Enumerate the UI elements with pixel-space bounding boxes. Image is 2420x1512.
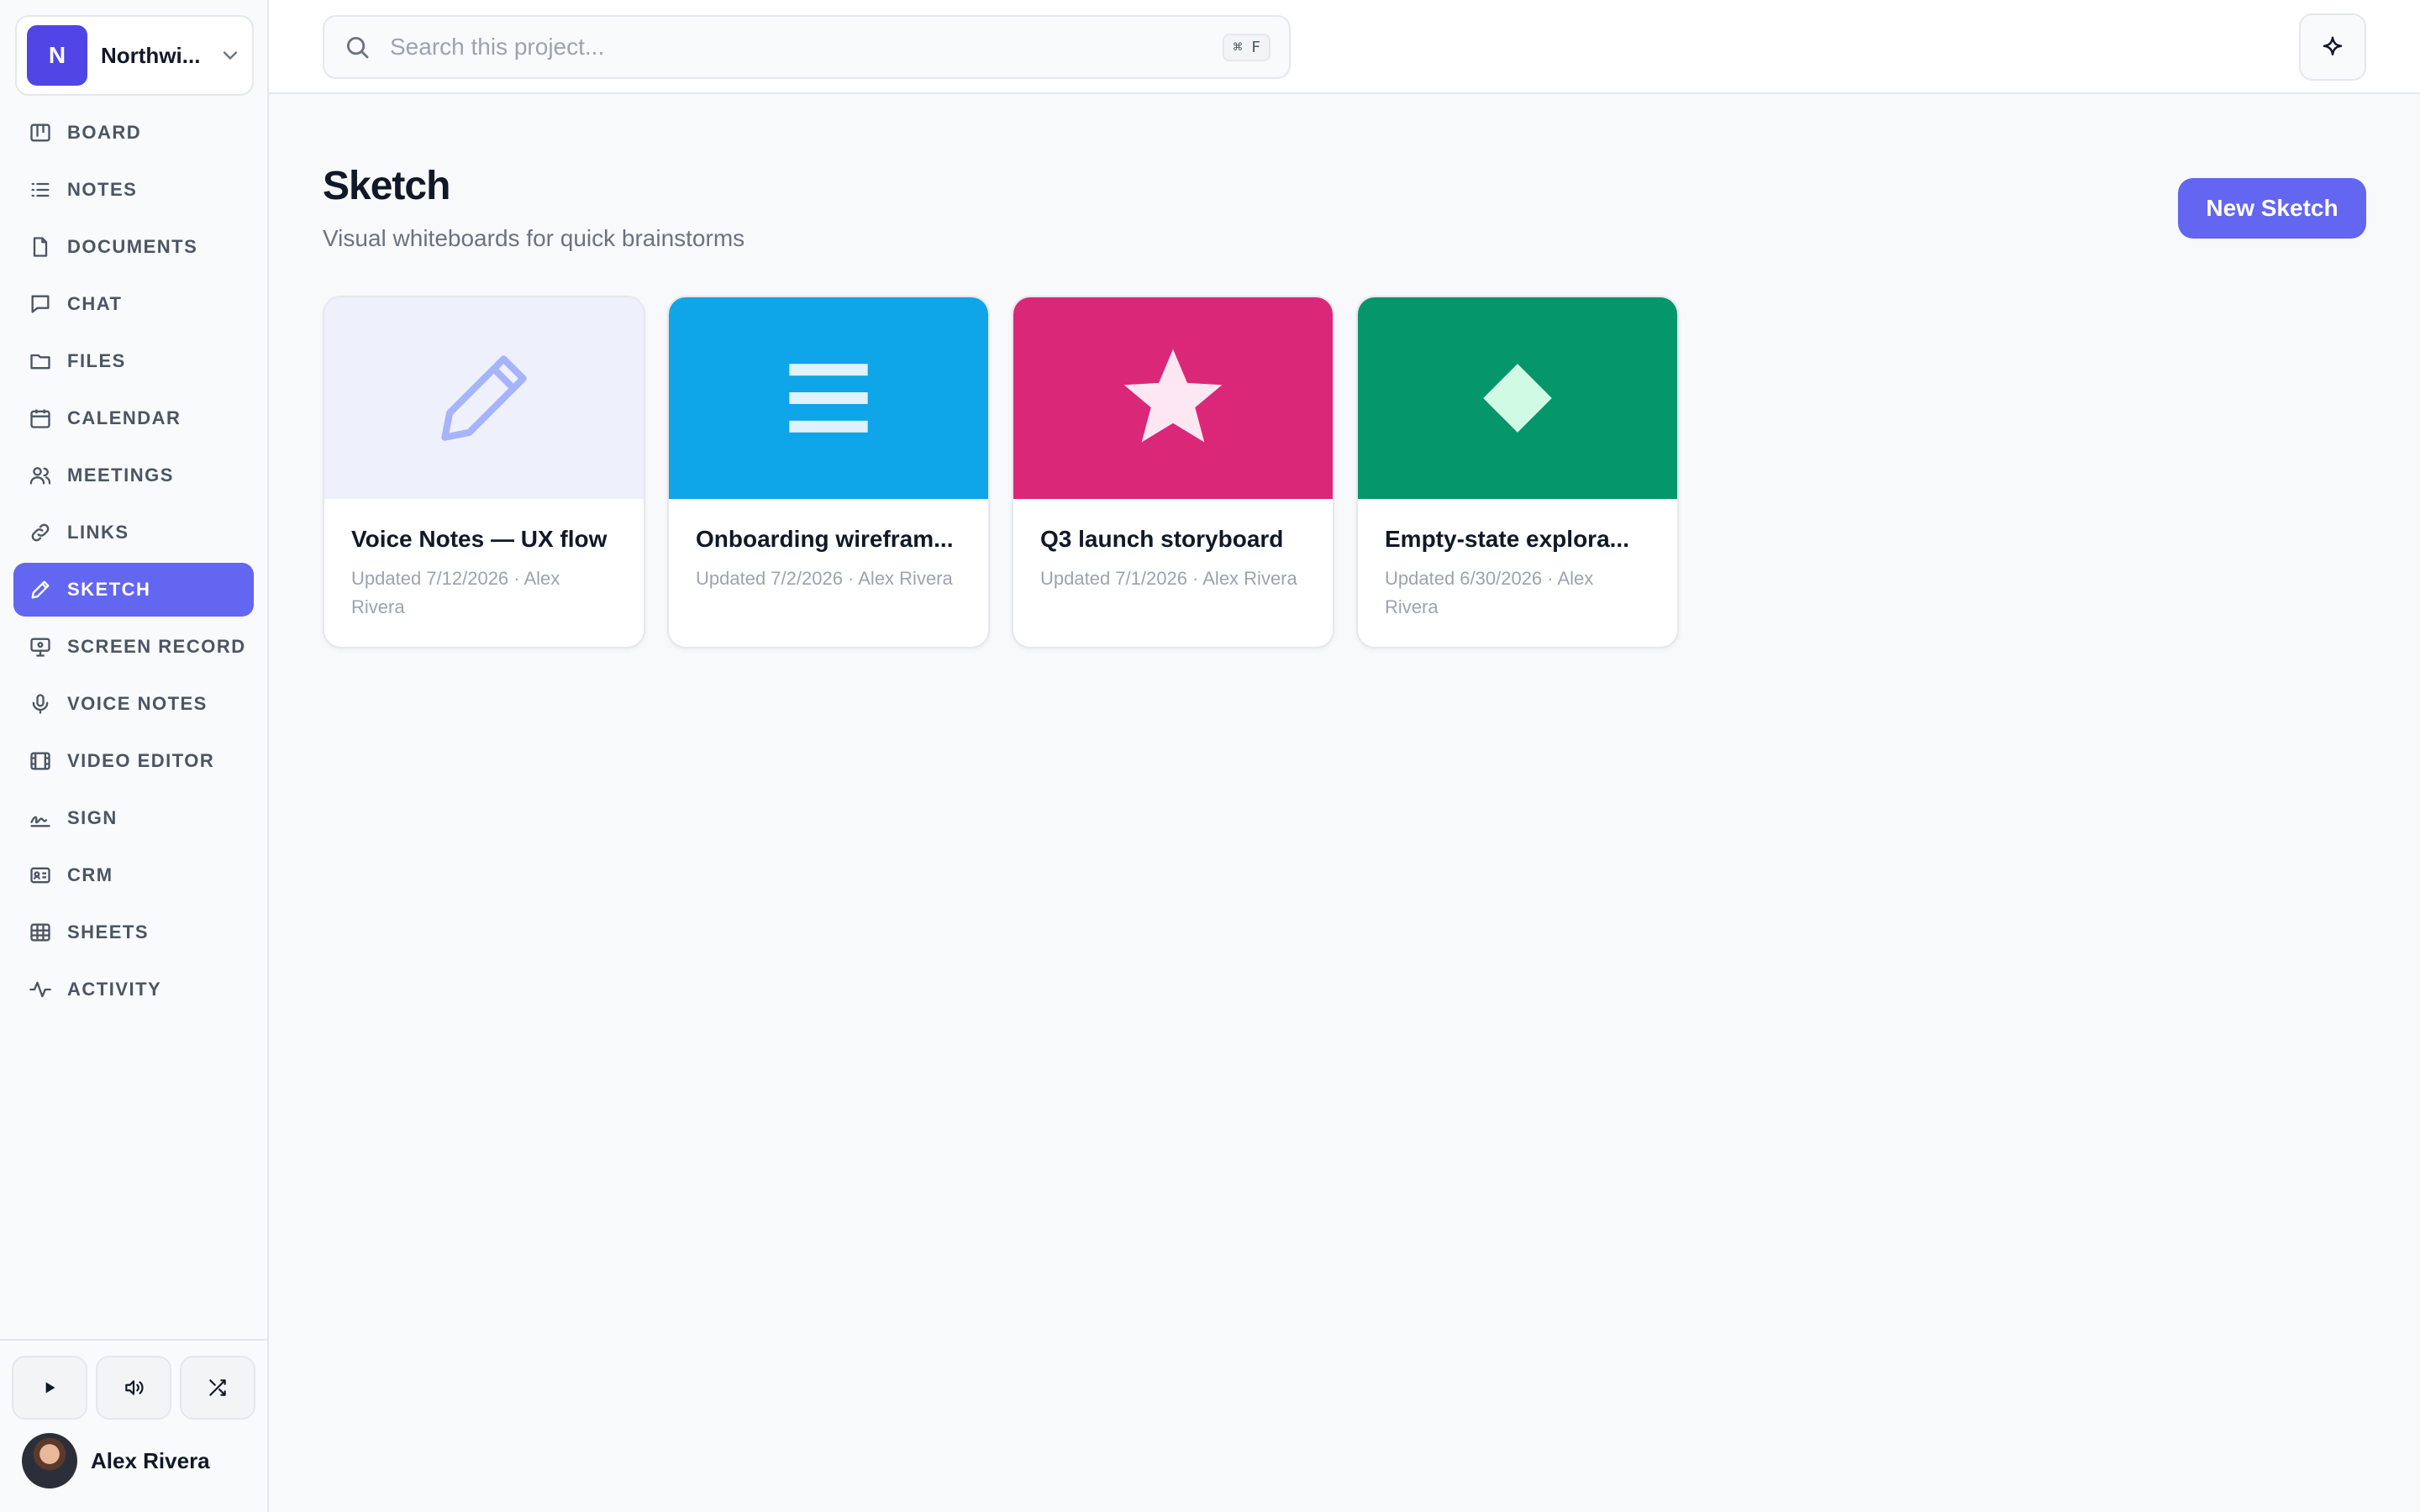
sidebar-item-notes[interactable]: NOTES — [13, 163, 254, 217]
sketch-card[interactable]: Onboarding wirefram... Updated 7/2/2026 … — [667, 296, 990, 648]
sketch-thumbnail — [669, 297, 988, 499]
sidebar-item-label: VOICE NOTES — [67, 693, 208, 714]
monitor-icon — [30, 638, 50, 657]
sketch-thumbnail — [1358, 297, 1677, 499]
media-controls — [12, 1356, 255, 1420]
shuffle-button[interactable] — [180, 1356, 255, 1420]
sidebar-item-screen-record[interactable]: SCREEN RECORD — [13, 620, 254, 674]
menu-lines-icon — [789, 364, 868, 433]
users-icon — [29, 467, 51, 485]
workspace-avatar: N — [27, 25, 87, 86]
user-name: Alex Rivera — [91, 1447, 210, 1473]
signature-icon — [30, 816, 50, 827]
top-bar: ⌘ F — [269, 0, 2420, 94]
page-title: Sketch — [323, 164, 450, 208]
sidebar-item-links[interactable]: LINKS — [13, 506, 254, 559]
sidebar-item-files[interactable]: FILES — [13, 334, 254, 388]
sidebar-item-chat[interactable]: CHAT — [13, 277, 254, 331]
sidebar-item-label: SKETCH — [67, 579, 151, 600]
sidebar-item-label: CRM — [67, 864, 113, 885]
star-icon — [1123, 349, 1223, 443]
search-input[interactable] — [390, 34, 1223, 60]
sidebar-item-label: LINKS — [67, 522, 129, 543]
board-icon — [30, 123, 50, 142]
link-icon — [31, 523, 50, 542]
sketch-card[interactable]: Q3 launch storyboard Updated 7/1/2026 · … — [1012, 296, 1334, 648]
sidebar-item-activity[interactable]: ACTIVITY — [13, 963, 254, 1016]
sparkle-icon — [2323, 36, 2343, 55]
sketch-meta: Updated 6/30/2026 · Alex Rivera — [1385, 568, 1594, 617]
sketch-card[interactable]: Voice Notes — UX flow Updated 7/12/2026 … — [323, 296, 645, 648]
microphone-icon — [32, 694, 49, 714]
film-icon — [30, 752, 50, 770]
ai-assistant-button[interactable] — [2299, 13, 2366, 81]
chat-icon — [31, 295, 50, 313]
sidebar-item-label: FILES — [67, 350, 126, 371]
contact-card-icon — [30, 867, 50, 884]
sidebar-item-label: VIDEO EDITOR — [67, 750, 215, 771]
sidebar-item-meetings[interactable]: MEETINGS — [13, 449, 254, 502]
sketch-meta: Updated 7/12/2026 · Alex Rivera — [351, 568, 560, 617]
sidebar-item-sign[interactable]: SIGN — [13, 791, 254, 845]
avatar — [22, 1433, 77, 1488]
workspace-switcher[interactable]: N Northwi... — [15, 15, 254, 96]
sketch-title: Onboarding wirefram... — [696, 526, 954, 552]
sidebar-item-label: SCREEN RECORD — [67, 636, 246, 657]
diamond-icon — [1483, 364, 1552, 433]
new-sketch-button[interactable]: New Sketch — [2178, 178, 2366, 239]
sidebar-item-documents[interactable]: DOCUMENTS — [13, 220, 254, 274]
shuffle-icon — [209, 1379, 226, 1396]
play-icon — [45, 1382, 55, 1394]
sketch-thumbnail — [324, 297, 644, 499]
sidebar: N Northwi... BOARD NOTES DOCUMENTS CHAT … — [0, 0, 269, 1512]
sketch-title: Q3 launch storyboard — [1040, 526, 1284, 552]
sidebar-nav: BOARD NOTES DOCUMENTS CHAT FILES CALENDA… — [13, 106, 254, 1020]
sidebar-footer: Alex Rivera — [0, 1339, 267, 1512]
search-shortcut: ⌘ F — [1223, 33, 1270, 61]
sketch-card[interactable]: Empty-state explora... Updated 6/30/2026… — [1356, 296, 1679, 648]
sketch-thumbnail — [1013, 297, 1333, 499]
pencil-icon — [441, 355, 527, 441]
sidebar-item-label: ACTIVITY — [67, 979, 162, 1000]
search-bar[interactable]: ⌘ F — [323, 15, 1291, 79]
sketch-meta: Updated 7/1/2026 · Alex Rivera — [1040, 568, 1297, 589]
sidebar-item-label: CALENDAR — [67, 407, 182, 428]
chevron-down-icon — [223, 51, 238, 60]
sidebar-item-sheets[interactable]: SHEETS — [13, 906, 254, 959]
sidebar-item-label: SIGN — [67, 807, 118, 828]
sidebar-item-board[interactable]: BOARD — [13, 106, 254, 160]
volume-button[interactable] — [96, 1356, 171, 1420]
sidebar-item-video-editor[interactable]: VIDEO EDITOR — [13, 734, 254, 788]
sidebar-item-label: CHAT — [67, 293, 123, 314]
user-profile[interactable]: Alex Rivera — [22, 1433, 210, 1488]
table-icon — [30, 923, 50, 942]
activity-icon — [29, 981, 51, 998]
document-icon — [33, 237, 48, 257]
folder-icon — [30, 354, 50, 370]
sidebar-item-label: DOCUMENTS — [67, 236, 198, 257]
notes-icon — [31, 182, 50, 197]
sidebar-item-voice-notes[interactable]: VOICE NOTES — [13, 677, 254, 731]
sidebar-item-label: NOTES — [67, 179, 138, 200]
sidebar-item-label: BOARD — [67, 122, 142, 143]
sketch-grid: Voice Notes — UX flow Updated 7/12/2026 … — [323, 296, 1679, 648]
volume-icon — [125, 1380, 144, 1395]
page-subtitle: Visual whiteboards for quick brainstorms — [323, 225, 745, 251]
sketch-title: Voice Notes — UX flow — [351, 526, 608, 552]
search-icon — [346, 36, 369, 59]
calendar-icon — [30, 409, 50, 428]
sidebar-item-sketch[interactable]: SKETCH — [13, 563, 254, 617]
workspace-name: Northwi... — [101, 42, 201, 68]
sketch-title: Empty-state explora... — [1385, 526, 1629, 552]
sidebar-item-crm[interactable]: CRM — [13, 848, 254, 902]
sidebar-item-label: MEETINGS — [67, 465, 174, 486]
sidebar-item-label: SHEETS — [67, 921, 150, 942]
sidebar-item-calendar[interactable]: CALENDAR — [13, 391, 254, 445]
sketch-meta: Updated 7/2/2026 · Alex Rivera — [696, 568, 953, 589]
play-button[interactable] — [12, 1356, 87, 1420]
pencil-icon — [31, 580, 50, 599]
